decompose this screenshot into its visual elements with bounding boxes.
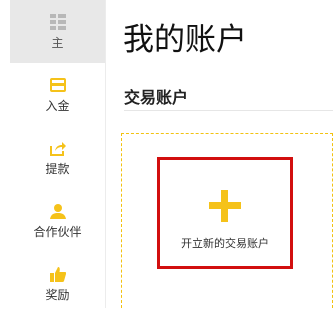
share-icon [49, 140, 66, 156]
plus-icon [209, 190, 241, 222]
sidebar-item-label: 提款 [45, 161, 70, 176]
sidebar-item-label: 奖励 [45, 287, 70, 302]
section-title: 交易账户 [124, 88, 189, 107]
sidebar-item-main[interactable]: 主 [10, 0, 105, 63]
open-new-account-button[interactable]: 开立新的交易账户 [157, 157, 293, 269]
dashboard-icon [49, 13, 66, 30]
user-icon [49, 203, 66, 219]
sidebar-item-deposit[interactable]: 入金 [10, 63, 105, 126]
sidebar: 主 入金 提款 合作伙伴 奖励 [10, 0, 106, 308]
sidebar-item-partner[interactable]: 合作伙伴 [10, 189, 105, 252]
thumbs-up-icon [49, 266, 66, 282]
sidebar-item-withdraw[interactable]: 提款 [10, 126, 105, 189]
sidebar-item-label: 入金 [45, 98, 70, 113]
page-title: 我的账户 [123, 22, 247, 58]
sidebar-item-label: 主 [51, 35, 64, 50]
main-content: 我的账户 交易账户 开立新的交易账户 [106, 0, 333, 308]
open-new-account-label: 开立新的交易账户 [181, 237, 269, 250]
divider [124, 110, 333, 111]
sidebar-item-label: 合作伙伴 [33, 224, 82, 239]
sidebar-item-rewards[interactable]: 奖励 [10, 252, 105, 315]
card-icon [49, 77, 66, 93]
